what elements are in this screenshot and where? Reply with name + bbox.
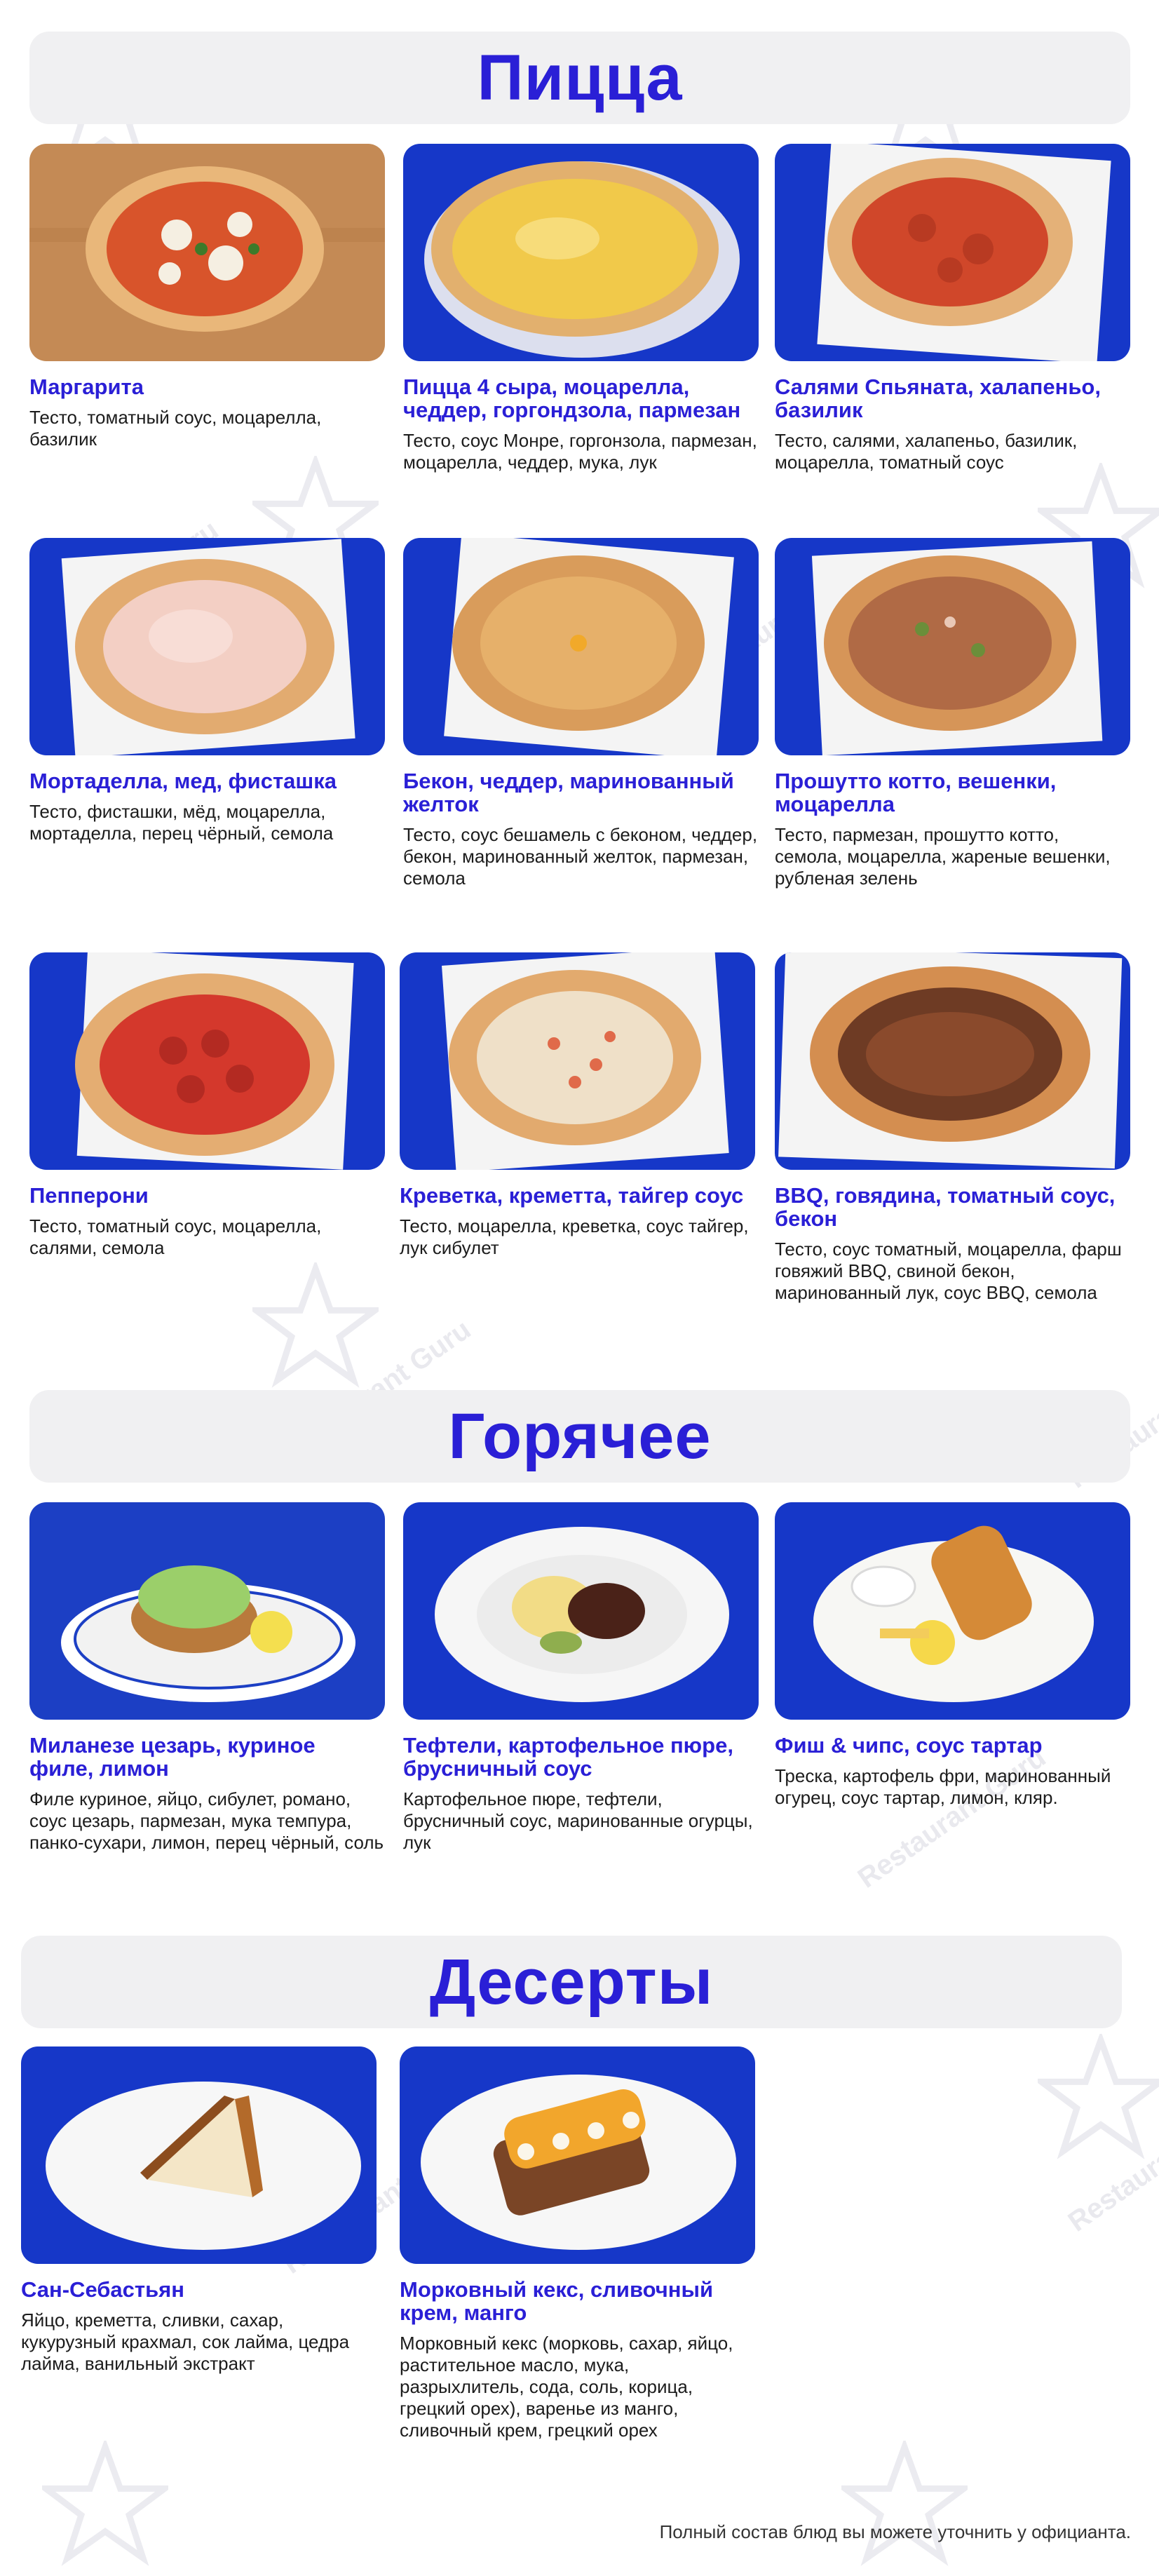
section-header-desserts: Десерты	[21, 1936, 1122, 2028]
dish-photo	[29, 1502, 385, 1720]
dish-photo	[21, 2046, 377, 2264]
dish-photo	[775, 1502, 1130, 1720]
dish-description: Тесто, пармезан, прошутто котто, семола,…	[775, 824, 1111, 889]
dish-name: Маргарита	[29, 375, 144, 399]
menu-item-card: Мортаделла, мед, фисташка Тесто, фисташк…	[29, 538, 385, 844]
dish-name: Креветка, креметта, тайгер соус	[400, 1183, 744, 1208]
dish-description: Тесто, томатный соус, моцарелла, салями,…	[29, 1215, 322, 1258]
dish-photo	[775, 952, 1130, 1170]
menu-item-card: Пепперони Тесто, томатный соус, моцарелл…	[29, 952, 385, 1259]
menu-item-card: Фиш & чипс, соус тартар Треска, картофел…	[775, 1502, 1130, 1809]
watermark-star-icon	[252, 1262, 379, 1388]
menu-item-card: Салями Спьяната, халапеньо, базилик Тест…	[775, 144, 1130, 473]
dish-photo	[29, 144, 385, 361]
dish-description: Треска, картофель фри, маринованный огур…	[775, 1765, 1111, 1808]
dish-name: Миланезе цезарь, куриное филе, лимон	[29, 1733, 316, 1781]
dish-description: Тесто, фисташки, мёд, моцарелла, мортаде…	[29, 801, 334, 844]
dish-name: Бекон, чеддер, маринованный желток	[403, 769, 734, 816]
dish-description: Картофельное пюре, тефтели, брусничный с…	[403, 1788, 753, 1853]
menu-item-card: BBQ, говядина, томатный соус, бекон Тест…	[775, 952, 1130, 1304]
dish-name: Фиш & чипс, соус тартар	[775, 1733, 1043, 1758]
dish-description: Морковный кекс (морковь, сахар, яйцо, ра…	[400, 2333, 733, 2441]
dish-photo	[775, 538, 1130, 755]
dish-name: Пицца 4 сыра, моцарелла, чеддер, горгонд…	[403, 375, 741, 422]
dish-description: Тесто, соус бешамель с беконом, чеддер, …	[403, 824, 758, 889]
menu-item-card: Маргарита Тесто, томатный соус, моцарелл…	[29, 144, 385, 450]
menu-item-card: Морковный кекс, сливочный крем, манго Мо…	[400, 2046, 755, 2441]
section-header-hot: Горячее	[29, 1390, 1130, 1483]
dish-description: Тесто, соус Монре, горгонзола, пармезан,…	[403, 430, 757, 473]
dish-photo	[403, 144, 759, 361]
menu-item-card: Сан-Себастьян Яйцо, креметта, сливки, са…	[21, 2046, 377, 2375]
dish-name: Мортаделла, мед, фисташка	[29, 769, 337, 793]
dish-description: Тесто, салями, халапеньо, базилик, моцар…	[775, 430, 1078, 473]
section-header-pizza: Пицца	[29, 32, 1130, 124]
menu-item-card: Креветка, креметта, тайгер соус Тесто, м…	[400, 952, 755, 1259]
dish-photo	[29, 538, 385, 755]
dish-photo	[400, 2046, 755, 2264]
menu-item-card: Бекон, чеддер, маринованный желток Тесто…	[403, 538, 759, 889]
dish-name: Тефтели, картофельное пюре, брусничный с…	[403, 1733, 733, 1781]
dish-description: Филе куриное, яйцо, сибулет, романо, соу…	[29, 1788, 384, 1853]
menu-item-card: Миланезе цезарь, куриное филе, лимон Фил…	[29, 1502, 385, 1854]
dish-name: Сан-Себастьян	[21, 2277, 184, 2302]
watermark-text: Restaurant Guru	[1062, 2086, 1159, 2238]
section-title: Десерты	[429, 1946, 714, 2018]
menu-page: Restaurant Guru Restaurant Guru Restaura…	[0, 0, 1159, 2576]
section-title: Пицца	[477, 41, 683, 114]
dish-description: Яйцо, креметта, сливки, сахар, кукурузны…	[21, 2309, 350, 2374]
dish-name: Морковный кекс, сливочный крем, манго	[400, 2277, 714, 2325]
dish-photo	[29, 952, 385, 1170]
dish-name: BBQ, говядина, томатный соус, бекон	[775, 1183, 1116, 1231]
watermark-star-icon	[42, 2441, 168, 2566]
watermark-star-icon	[1038, 2034, 1159, 2159]
dish-name: Прошутто котто, вешенки, моцарелла	[775, 769, 1057, 816]
dish-description: Тесто, томатный соус, моцарелла, базилик	[29, 407, 322, 450]
dish-description: Тесто, соус томатный, моцарелла, фарш го…	[775, 1239, 1122, 1303]
dish-photo	[775, 144, 1130, 361]
watermark-star-icon	[841, 2441, 968, 2566]
dish-description: Тесто, моцарелла, креветка, соус тайгер,…	[400, 1215, 749, 1258]
menu-item-card: Тефтели, картофельное пюре, брусничный с…	[403, 1502, 759, 1854]
dish-name: Салями Спьяната, халапеньо, базилик	[775, 375, 1101, 422]
dish-name: Пепперони	[29, 1183, 149, 1208]
dish-photo	[403, 538, 759, 755]
section-title: Горячее	[448, 1400, 712, 1472]
dish-photo	[403, 1502, 759, 1720]
menu-item-card: Прошутто котто, вешенки, моцарелла Тесто…	[775, 538, 1130, 889]
footer-note: Полный состав блюд вы можете уточнить у …	[659, 2521, 1131, 2542]
dish-photo	[400, 952, 755, 1170]
menu-item-card: Пицца 4 сыра, моцарелла, чеддер, горгонд…	[403, 144, 759, 473]
